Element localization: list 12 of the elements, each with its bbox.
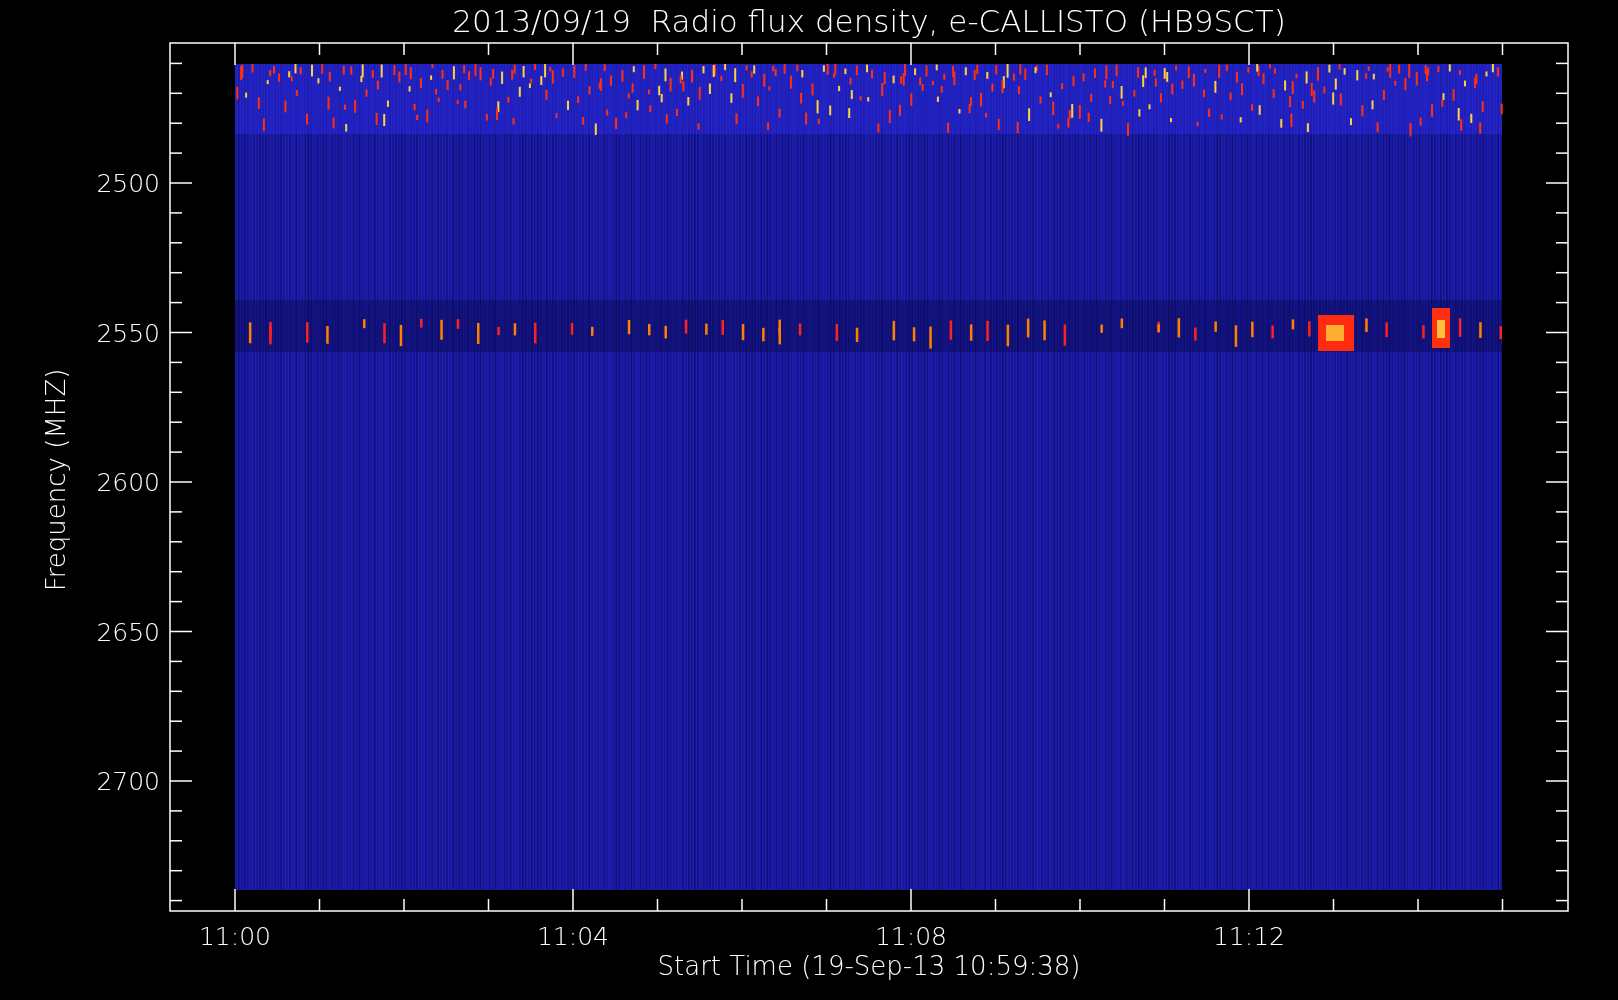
axis-tick-label: 2600 [96, 468, 160, 497]
axis-tick-label: 11:00 [199, 922, 271, 951]
axis-title: Frequency (MHZ) [41, 368, 71, 592]
axis-tick-label: 11:12 [1213, 922, 1285, 951]
axis-tick-label: 2550 [96, 318, 160, 348]
axis-tick-label: 11:08 [875, 922, 947, 951]
axis-tick-label: 2500 [96, 169, 160, 198]
axis-tick-label: 11:04 [537, 922, 609, 951]
chart-title: 2013/09/19 Radio flux density, e-CALLISTO (HB9SCT) [452, 3, 1286, 39]
axis-tick-label: 2700 [96, 767, 160, 796]
axis-tick-label: 2650 [96, 617, 160, 647]
axis-title: Start Time (19-Sep-13 10:59:38) [657, 951, 1081, 981]
